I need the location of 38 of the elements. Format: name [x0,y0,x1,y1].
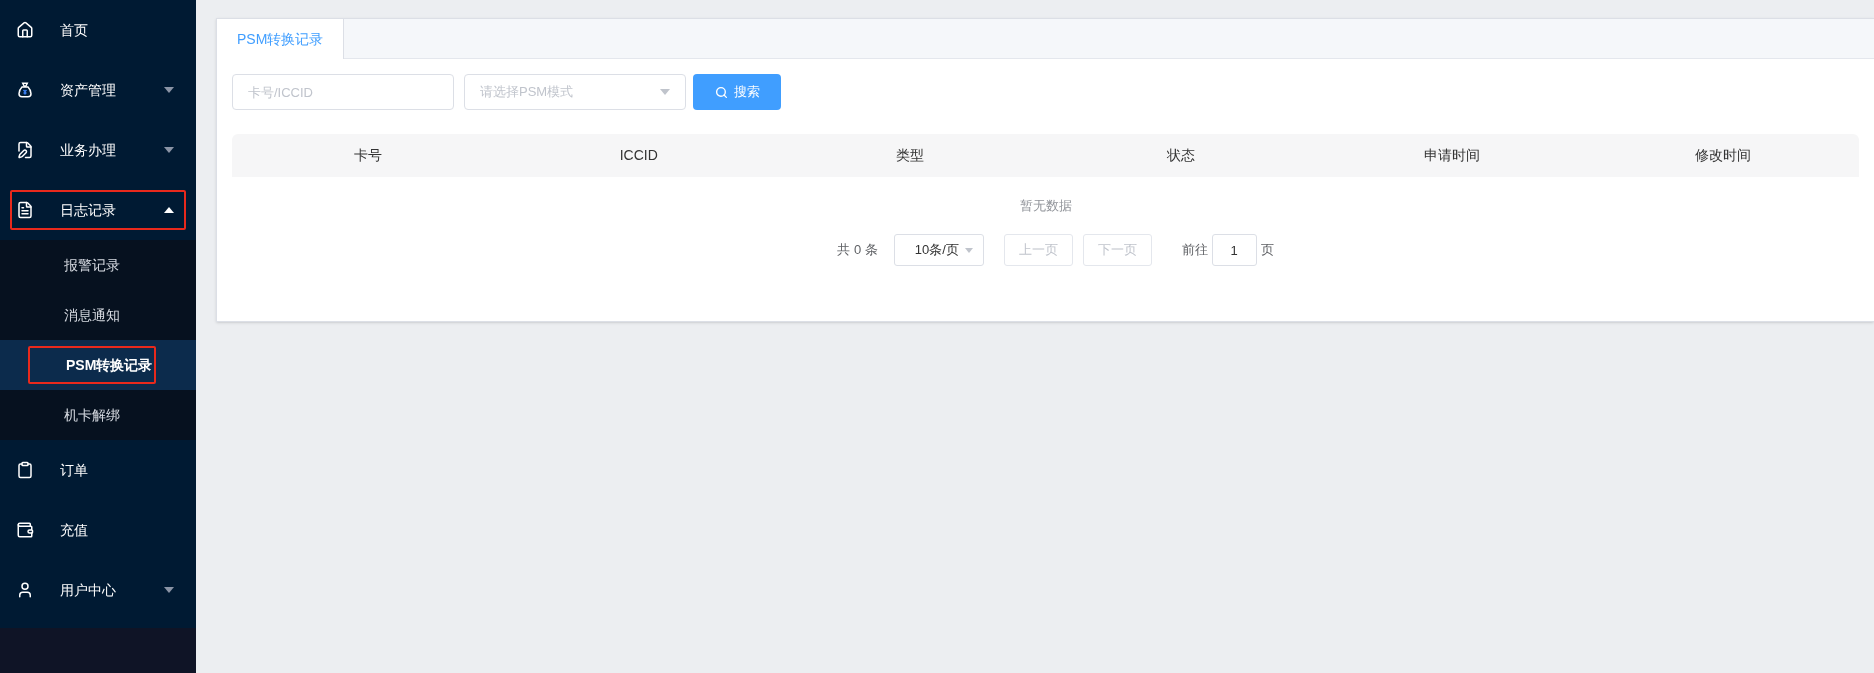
empty-text: 暂无数据 [1019,196,1072,215]
total-count: 共 0 条 [837,241,878,260]
caret-down-icon [164,87,174,93]
search-icon [714,85,728,99]
document-pen-icon [16,141,34,159]
sidebar-item[interactable]: 资产管理 [10,70,186,110]
column-header: 状态 [1167,146,1196,165]
column-header: 类型 [895,146,924,165]
column-header: 卡号 [353,146,382,165]
home-icon [16,21,34,39]
card-number-field[interactable]: 卡号/ICCID [232,74,454,110]
money-bag-icon [16,81,34,99]
caret-down-icon [660,89,670,95]
sidebar-item[interactable]: 充值 [10,510,186,550]
caret-down-icon [964,247,973,253]
submenu-item[interactable]: PSM转换记录 [28,346,156,384]
column-header: 修改时间 [1695,146,1752,165]
page-size-select[interactable]: 10条/页 [893,234,984,266]
column-header: 申请时间 [1424,146,1481,165]
submenu-item[interactable]: 消息通知 [28,296,156,334]
submenu-item[interactable]: 机卡解绑 [28,396,156,434]
column-header: ICCID [619,146,658,165]
sidebar-item[interactable]: 日志记录 [10,190,186,230]
sidebar-item[interactable]: 首页 [10,10,186,50]
sidebar-item[interactable]: 用户中心 [10,570,186,610]
caret-up-icon [164,207,174,213]
document-icon [16,201,34,219]
sidebar-item[interactable]: 订单 [10,450,186,490]
clipboard-icon [16,461,34,479]
caret-down-icon [164,147,174,153]
caret-down-icon [164,587,174,593]
wallet-icon [16,521,34,539]
page-suffix: 页 [1260,241,1274,260]
submenu-item[interactable]: 报警记录 [28,246,156,284]
goto-label: 前往 [1181,241,1208,260]
page-number-field[interactable]: 1 [1211,234,1257,266]
user-icon [16,581,34,599]
sidebar-item[interactable]: 业务办理 [10,130,186,170]
